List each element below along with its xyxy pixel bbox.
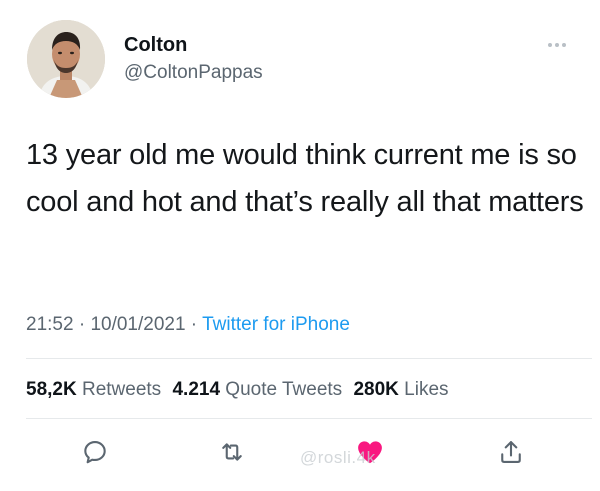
engagement-stats: 58,2K Retweets 4.214 Quote Tweets 280K L… — [26, 378, 455, 402]
likes-stat[interactable]: 280K Likes — [353, 379, 448, 400]
retweets-count: 58,2K — [26, 379, 77, 400]
tweet-meta: 21:52 · 10/01/2021 · Twitter for iPhone — [26, 313, 350, 337]
likes-label: Likes — [404, 379, 449, 400]
share-button[interactable] — [494, 435, 528, 469]
divider — [26, 358, 592, 359]
quote-tweets-count: 4.214 — [172, 379, 221, 400]
user-handle[interactable]: @ColtonPappas — [124, 61, 263, 85]
avatar[interactable] — [27, 20, 105, 98]
more-icon[interactable] — [548, 40, 578, 50]
retweet-button[interactable] — [215, 435, 249, 469]
divider — [26, 418, 592, 419]
reply-button[interactable] — [78, 435, 112, 469]
display-name[interactable]: Colton — [124, 33, 187, 57]
quote-tweets-label: Quote Tweets — [225, 379, 343, 400]
meta-separator: · — [73, 314, 91, 335]
tweet-text: 13 year old me would think current me is… — [26, 139, 584, 218]
watermark: @rosli.4k — [300, 448, 376, 467]
meta-separator: · — [185, 314, 203, 335]
retweet-icon — [222, 443, 242, 461]
tweet-time[interactable]: 21:52 — [26, 314, 74, 335]
retweets-stat[interactable]: 58,2K Retweets — [26, 379, 161, 400]
retweets-label: Retweets — [81, 379, 162, 400]
tweet-date[interactable]: 10/01/2021 — [90, 314, 185, 335]
likes-count: 280K — [353, 379, 399, 400]
quote-tweets-stat[interactable]: 4.214 Quote Tweets — [172, 379, 342, 400]
tweet-card: Colton @ColtonPappas 13 year old me woul… — [0, 0, 600, 491]
reply-icon — [84, 441, 106, 464]
tweet-source-link[interactable]: Twitter for iPhone — [202, 314, 350, 335]
share-icon — [501, 441, 521, 463]
